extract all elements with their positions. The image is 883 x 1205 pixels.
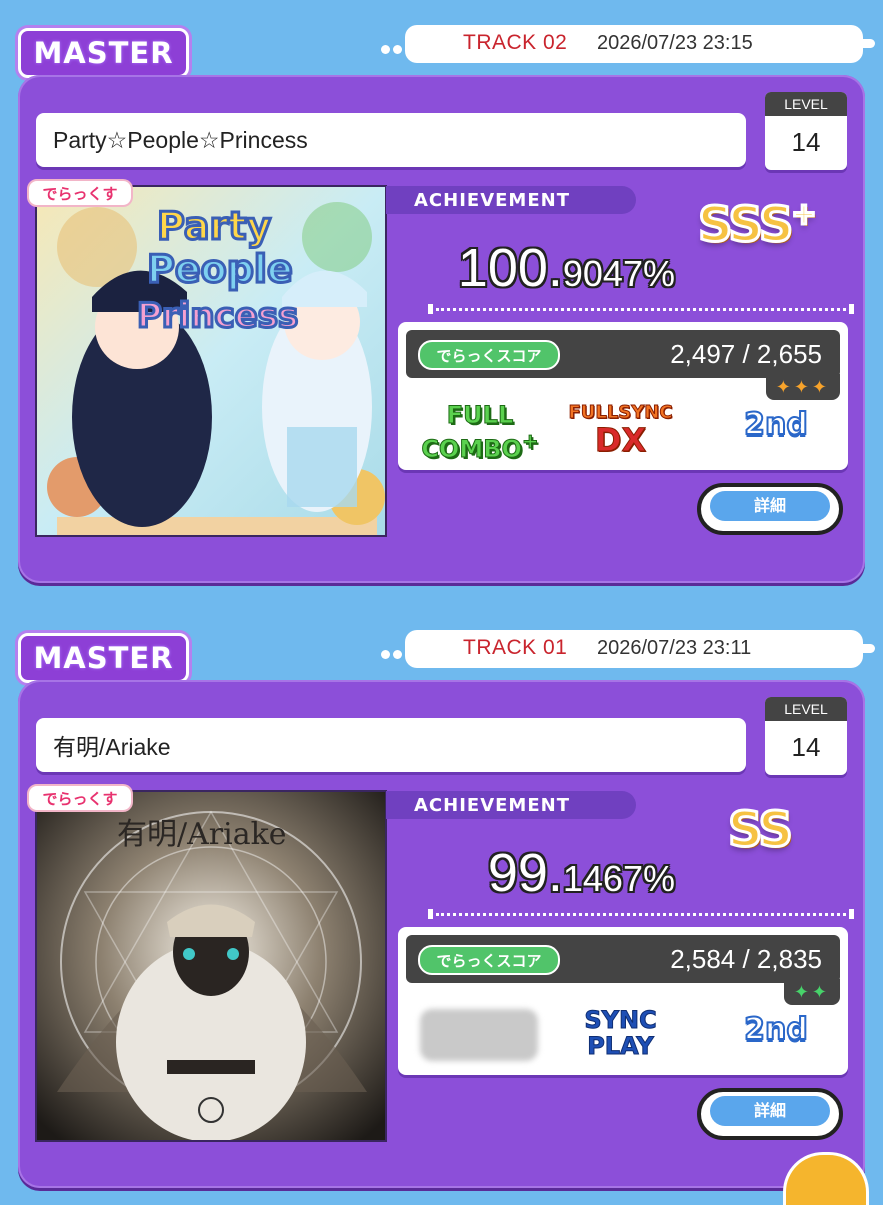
play-datetime: 2026/07/23 23:15 bbox=[597, 32, 753, 54]
achievement-integer: 99. bbox=[487, 843, 563, 903]
song-title: 有明/Ariake bbox=[36, 718, 746, 772]
deluxe-chart-badge: でらっくす bbox=[27, 784, 133, 812]
details-button-label: 詳細 bbox=[710, 1096, 830, 1126]
svg-text:People: People bbox=[147, 247, 293, 291]
achievement-integer: 100. bbox=[457, 238, 563, 298]
sync-line-2: DX bbox=[594, 421, 647, 459]
dx-stars: ✦✦✦ bbox=[765, 374, 840, 400]
rank-text: SSS bbox=[696, 196, 794, 255]
combo-line-2: COMBO bbox=[421, 435, 523, 463]
play-record-track-02: MASTER TRACK 02 2026/07/23 23:15 Party☆P… bbox=[0, 0, 883, 600]
rank-badge-ss: SS bbox=[727, 801, 795, 860]
track-number: TRACK 01 bbox=[463, 636, 568, 659]
level-value: 14 bbox=[791, 127, 821, 157]
jacket-title-text: 有明/Ariake bbox=[117, 817, 287, 852]
deluxe-chart-badge: でらっくす bbox=[27, 179, 133, 207]
svg-text:Princess: Princess bbox=[137, 296, 298, 336]
full-combo-plus-mark: FULL COMBO+ bbox=[420, 401, 540, 463]
song-jacket-image: 有明/Ariake bbox=[35, 790, 387, 1142]
decor-dots bbox=[381, 644, 411, 659]
level-label: LEVEL bbox=[765, 697, 847, 721]
dx-score-tag: でらっくスコア bbox=[418, 340, 560, 370]
play-datetime: 2026/07/23 23:11 bbox=[597, 637, 752, 659]
combo-mark-empty bbox=[420, 1009, 538, 1061]
svg-text:Party: Party bbox=[157, 204, 271, 248]
level-value: 14 bbox=[791, 732, 821, 762]
achievement-label: ACHIEVEMENT bbox=[386, 186, 636, 214]
track-number: TRACK 02 bbox=[463, 31, 568, 54]
decor-dash bbox=[835, 39, 875, 48]
place-2nd-mark: 2nd bbox=[743, 1012, 809, 1047]
details-button[interactable]: 詳細 bbox=[697, 1088, 843, 1140]
dx-score-value: 2,584 / 2,835 bbox=[670, 944, 822, 974]
achievement-label: ACHIEVEMENT bbox=[386, 791, 636, 819]
song-title: Party☆People☆Princess bbox=[36, 113, 746, 167]
sync-line-1: SYNC bbox=[584, 1006, 657, 1034]
dx-score-value: 2,497 / 2,655 bbox=[670, 339, 822, 369]
track-info-bar: TRACK 02 2026/07/23 23:15 bbox=[381, 25, 875, 63]
combo-line-1: FULL bbox=[446, 401, 514, 429]
combo-plus: + bbox=[521, 429, 539, 454]
rank-text: SS bbox=[727, 801, 795, 860]
record-panel: 有明/Ariake LEVEL 14 でらっくす 有明/Ariake ACHIE… bbox=[18, 680, 865, 1188]
song-jacket-image: Party People Princess bbox=[35, 185, 387, 537]
dx-score-box: でらっくスコア 2,497 / 2,655 ✦✦✦ FULL COMBO+ FU… bbox=[398, 322, 848, 470]
full-sync-dx-mark: FULLSYNC DX bbox=[558, 402, 683, 458]
rank-badge-sss-plus: SSS+ bbox=[696, 196, 818, 255]
dx-score-box: でらっくスコア 2,584 / 2,835 ✦✦ SYNC PLAY 2nd bbox=[398, 927, 848, 1075]
difficulty-tab: MASTER bbox=[18, 28, 189, 78]
track-info-bar: TRACK 01 2026/07/23 23:11 bbox=[381, 630, 875, 668]
level-box: LEVEL 14 bbox=[765, 697, 847, 775]
rank-plus: + bbox=[790, 196, 818, 234]
achievement-decimal: 1467% bbox=[562, 858, 675, 899]
divider-dotted bbox=[428, 909, 854, 919]
sync-play-mark: SYNC PLAY bbox=[558, 1007, 683, 1063]
achievement-decimal: 9047% bbox=[562, 253, 675, 294]
dx-score-strip: でらっくスコア 2,497 / 2,655 bbox=[406, 330, 840, 378]
decor-dots bbox=[381, 39, 411, 54]
difficulty-tab: MASTER bbox=[18, 633, 189, 683]
record-panel: Party☆People☆Princess LEVEL 14 でらっくす Par… bbox=[18, 75, 865, 583]
level-box: LEVEL 14 bbox=[765, 92, 847, 170]
achievement-percent: 100.9047% bbox=[458, 237, 675, 299]
play-record-track-01: MASTER TRACK 01 2026/07/23 23:11 有明/Aria… bbox=[0, 605, 883, 1205]
dx-score-tag: でらっくスコア bbox=[418, 945, 560, 975]
dx-score-strip: でらっくスコア 2,584 / 2,835 bbox=[406, 935, 840, 983]
decor-dash bbox=[835, 644, 875, 653]
achievement-percent: 99.1467% bbox=[488, 842, 675, 904]
details-button[interactable]: 詳細 bbox=[697, 483, 843, 535]
sync-line-2: PLAY bbox=[587, 1032, 655, 1060]
dx-stars: ✦✦ bbox=[783, 979, 840, 1005]
place-2nd-mark: 2nd bbox=[743, 407, 809, 442]
details-button-label: 詳細 bbox=[710, 491, 830, 521]
level-label: LEVEL bbox=[765, 92, 847, 116]
divider-dotted bbox=[428, 304, 854, 314]
